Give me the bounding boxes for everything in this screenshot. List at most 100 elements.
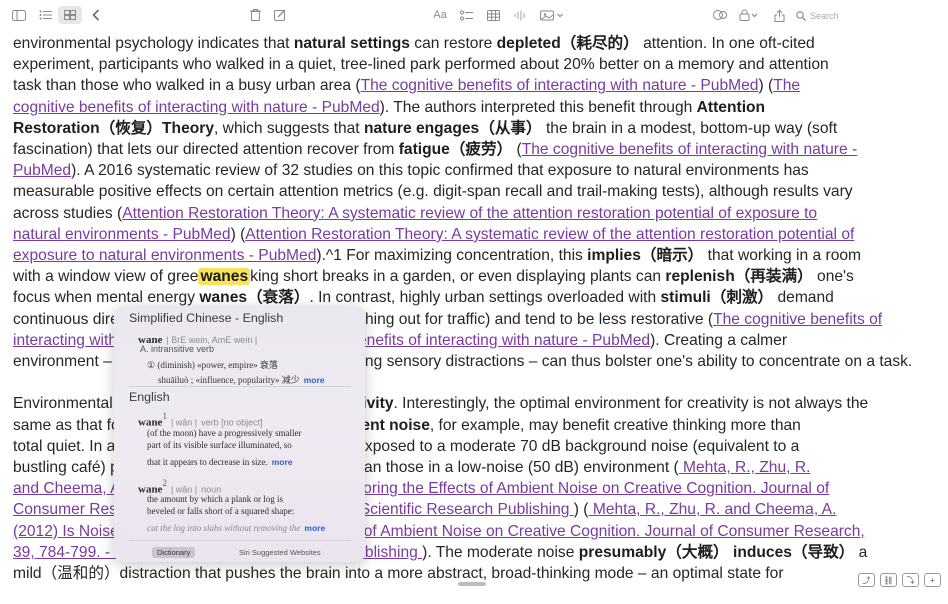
search-icon xyxy=(796,11,806,21)
text-segment: . Interestingly, the optimal environment… xyxy=(393,395,869,413)
entry-headword: wane xyxy=(138,416,163,429)
media-menu-icon[interactable] xyxy=(538,6,566,24)
expand-icon[interactable]: ⤴ xyxy=(858,573,875,587)
bold-term: implies（暗示） xyxy=(587,247,704,265)
bold-term: presumably（大概） xyxy=(578,543,729,561)
reference-link[interactable]: PubMed xyxy=(13,162,71,179)
bold-term: fatigue（疲劳） xyxy=(398,141,513,159)
text-line: cognitive benefits of interacting with n… xyxy=(13,97,938,118)
reference-link[interactable]: The cognitive benefits of interacting wi… xyxy=(361,77,759,94)
bold-term: Restoration（恢复）Theory xyxy=(13,119,215,137)
reference-link[interactable]: The xyxy=(773,77,800,94)
reference-link[interactable]: Attention Restoration Theory: A systemat… xyxy=(122,205,817,222)
entry-pronunciation: | wān | xyxy=(170,417,198,428)
bold-term: wanes（衰落） xyxy=(199,289,310,307)
entry-superscript: 2 xyxy=(162,478,167,488)
text-segment: fascination) that lets our directed atte… xyxy=(13,141,399,159)
collaborate-icon[interactable] xyxy=(712,6,728,24)
search-field[interactable]: Search xyxy=(791,6,937,26)
text-line: measurable positive effects on certain a… xyxy=(13,181,938,202)
text-segment: ). The authors interpreted this benefit … xyxy=(379,98,697,116)
text-line: exposure to natural environments - PubMe… xyxy=(13,245,938,266)
audio-waveform-icon[interactable] xyxy=(512,6,526,24)
text-segment: ) ( xyxy=(230,225,246,243)
text-line: fascination) that lets our directed atte… xyxy=(13,139,938,160)
bold-term: depleted（耗尽的） xyxy=(496,35,639,52)
reference-link[interactable]: The cognitive benefits of interacting wi… xyxy=(522,141,857,158)
gallery-view-icon[interactable] xyxy=(58,6,82,24)
siri-suggested-websites-tab[interactable]: Siri Suggested Websites xyxy=(239,548,321,557)
text-line: PubMed). A 2016 systematic review of 32 … xyxy=(13,160,938,181)
text-segment: a xyxy=(854,543,868,561)
dictionary-popover[interactable]: Simplified Chinese - English wane | BrE … xyxy=(114,306,365,562)
text-segment: , for example, may benefit creative thin… xyxy=(429,416,801,434)
bold-term: Attention xyxy=(696,98,766,116)
reference-link[interactable]: Mehta, R., Zhu, R. and Cheema, A. xyxy=(589,501,837,518)
bold-term: induces（导致） xyxy=(733,543,855,561)
text-line: Restoration（恢复）Theory, which suggests th… xyxy=(13,118,938,139)
reference-link[interactable]: cognitive benefits of interacting with n… xyxy=(13,99,380,116)
entry-definition-line: (of the moon) have a progressively small… xyxy=(147,428,302,438)
trash-icon[interactable] xyxy=(248,6,262,24)
entry-part-of-speech: noun xyxy=(201,484,222,495)
compose-icon[interactable] xyxy=(273,6,287,24)
link-icon[interactable]: ⛓ xyxy=(880,573,897,587)
text-line: natural environments - PubMed) (Attentio… xyxy=(13,224,938,245)
dictionary-tab[interactable]: Dictionary xyxy=(152,547,196,558)
list-view-icon[interactable] xyxy=(37,6,53,24)
bold-term: replenish（再装满） xyxy=(665,268,813,286)
text-segment: environmental psychology indicates that xyxy=(13,35,294,52)
entry-sense-continued: shuāiluò ; «influence, popularity» 减少 xyxy=(158,375,300,385)
entry-definition-line: part of its visible surface illuminated,… xyxy=(147,440,292,450)
text-line: across studies (Attention Restoration Th… xyxy=(13,203,938,224)
more-link[interactable]: more xyxy=(272,457,293,467)
section-title-chinese-english: Simplified Chinese - English xyxy=(129,311,284,325)
reference-link[interactable]: Mehta, R., Zhu, R. xyxy=(679,459,810,476)
text-segment: ) ( xyxy=(758,77,774,95)
entry-part-of-speech: A. intransitive verb xyxy=(140,344,215,354)
share-icon[interactable] xyxy=(772,6,786,24)
checklist-icon[interactable] xyxy=(458,6,474,24)
reference-link[interactable]: The cognitive benefits of xyxy=(713,311,882,328)
toolbar: Aa Search xyxy=(0,0,948,31)
text-segment: focus when mental energy xyxy=(13,289,200,307)
reference-link[interactable]: natural environments - PubMed xyxy=(13,226,231,243)
text-format-icon[interactable]: Aa xyxy=(431,6,449,24)
text-segment: across studies ( xyxy=(13,204,123,222)
add-icon[interactable]: + xyxy=(924,573,941,587)
text-segment: . In contrast, highly urban settings ove… xyxy=(309,289,661,307)
entry-definition-line: that it appears to decrease in size. xyxy=(147,457,268,467)
reference-link[interactable]: Attention Restoration Theory: A systemat… xyxy=(245,226,854,243)
bold-term: stimuli（刺激） xyxy=(660,289,774,307)
text-line: environmental psychology indicates that … xyxy=(13,33,938,54)
text-segment: one's xyxy=(812,268,854,286)
text-segment: , which suggests that xyxy=(214,119,364,137)
entry-definition-line: the amount by which a plank or log is xyxy=(147,494,283,504)
text-segment: ). A 2016 systematic review of 32 studie… xyxy=(71,162,809,180)
reference-link[interactable]: exposure to natural environments - PubMe… xyxy=(13,247,316,264)
bold-term: nature engages（从事） xyxy=(363,119,542,137)
text-segment: ).^1 For maximizing concentration, this xyxy=(316,247,588,265)
text-segment: task than those who walked in a busy urb… xyxy=(13,77,361,95)
collapse-icon[interactable]: ⤵ xyxy=(902,573,919,587)
lock-icon[interactable] xyxy=(738,6,760,24)
scrollbar-thumb[interactable] xyxy=(458,582,486,586)
highlighted-lookup-word[interactable]: wanes xyxy=(198,268,251,286)
text-segment: mild（温和的）distraction that pushes the bra… xyxy=(13,565,784,583)
section-title-english: English xyxy=(129,390,170,404)
text-segment: with a window view of gree xyxy=(13,268,199,286)
back-chevron-icon[interactable] xyxy=(89,6,103,24)
text-segment: attention. In one oft-cited xyxy=(638,35,815,52)
divider xyxy=(129,540,351,541)
text-segment: the brain in a modest, bottom-up way (so… xyxy=(541,119,838,137)
text-line: task than those who walked in a busy urb… xyxy=(13,75,938,96)
more-link[interactable]: more xyxy=(304,375,325,385)
divider xyxy=(129,386,351,387)
entry-part-of-speech: verb [no object] xyxy=(201,417,263,428)
search-placeholder: Search xyxy=(810,11,839,21)
table-icon[interactable] xyxy=(485,6,501,24)
sidebar-toggle-icon[interactable] xyxy=(11,6,27,24)
text-line: experiment, participants who walked in a… xyxy=(13,54,938,75)
text-segment: can restore xyxy=(409,35,497,52)
more-link[interactable]: more xyxy=(304,523,325,533)
